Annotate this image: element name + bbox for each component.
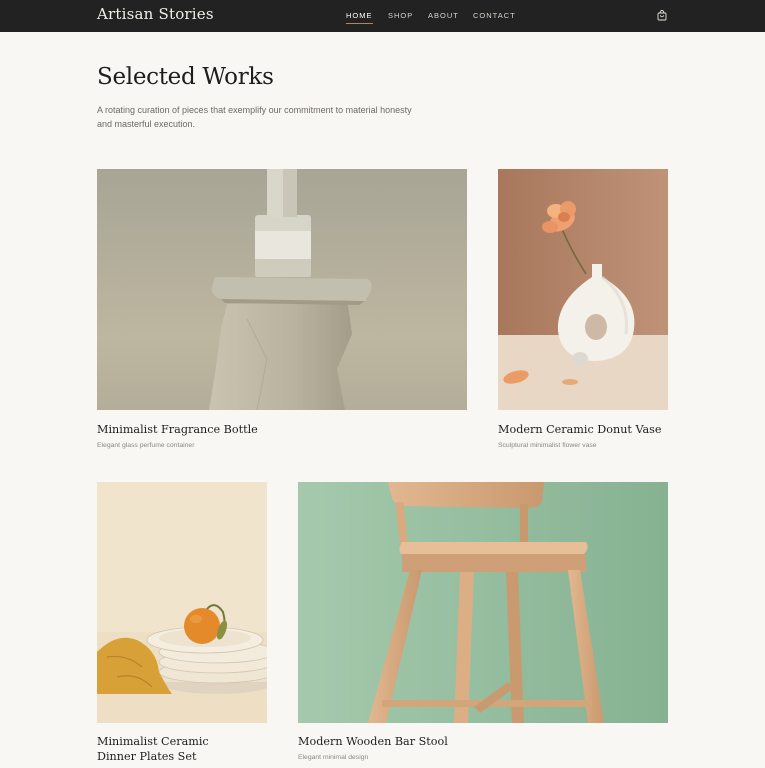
top-navigation-bar: Artisan Stories HOME SHOP ABOUT CONTACT xyxy=(0,0,765,32)
page-intro: A rotating curation of pieces that exemp… xyxy=(97,105,412,129)
nav-item-shop[interactable]: SHOP xyxy=(388,11,413,20)
brand-logo[interactable]: Artisan Stories xyxy=(97,5,214,23)
bar-stool-photo xyxy=(298,482,668,723)
work-image-dinner-plates[interactable] xyxy=(97,482,267,723)
work-description: Elegant minimal design xyxy=(298,754,369,761)
fragrance-bottle-photo xyxy=(97,169,467,410)
nav-item-about[interactable]: ABOUT xyxy=(428,11,459,20)
work-title-line: Minimalist Ceramic xyxy=(97,735,209,748)
nav-item-contact[interactable]: CONTACT xyxy=(473,11,516,20)
work-title-line: Dinner Plates Set xyxy=(97,750,197,763)
page-title: Selected Works xyxy=(97,64,274,90)
active-nav-underline xyxy=(346,23,373,24)
work-title[interactable]: Modern Ceramic Donut Vase xyxy=(498,422,662,437)
work-title[interactable]: Minimalist Fragrance Bottle xyxy=(97,422,258,437)
work-image-fragrance-bottle[interactable] xyxy=(97,169,467,410)
work-image-donut-vase[interactable] xyxy=(498,169,668,410)
work-title[interactable]: Modern Wooden Bar Stool xyxy=(298,734,448,749)
work-description: Elegant glass perfume container xyxy=(97,442,195,449)
donut-vase-photo xyxy=(498,169,668,410)
work-title[interactable]: Minimalist Ceramic Dinner Plates Set xyxy=(97,734,209,764)
work-description: Sculptural minimalist flower vase xyxy=(498,442,597,449)
nav-item-home[interactable]: HOME xyxy=(346,11,373,24)
work-image-bar-stool[interactable] xyxy=(298,482,668,723)
nav-item-label: HOME xyxy=(346,11,373,20)
dinner-plates-photo xyxy=(97,482,267,723)
shopping-bag-icon[interactable] xyxy=(657,10,667,21)
